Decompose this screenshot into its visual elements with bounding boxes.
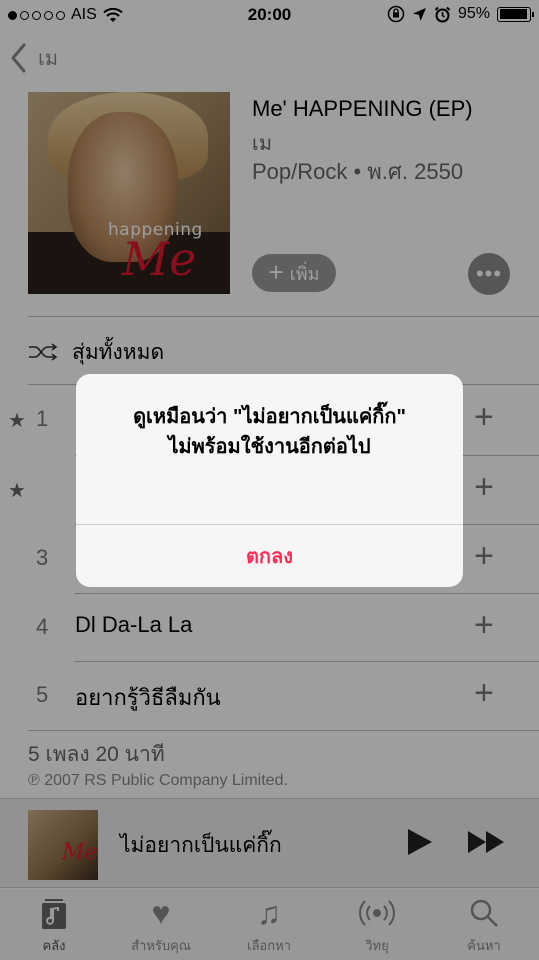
alert-message: ดูเหมือนว่า "ไม่อยากเป็นแค่กิ๊ก" ไม่พร้อ… — [76, 402, 463, 462]
ok-button[interactable]: ตกลง — [76, 525, 463, 587]
alert-line-2: ไม่พร้อมใช้งานอีกต่อไป — [168, 436, 371, 458]
unavailable-alert: ดูเหมือนว่า "ไม่อยากเป็นแค่กิ๊ก" ไม่พร้อ… — [76, 374, 463, 587]
alert-line-1: ดูเหมือนว่า "ไม่อยากเป็นแค่กิ๊ก" — [133, 406, 406, 428]
